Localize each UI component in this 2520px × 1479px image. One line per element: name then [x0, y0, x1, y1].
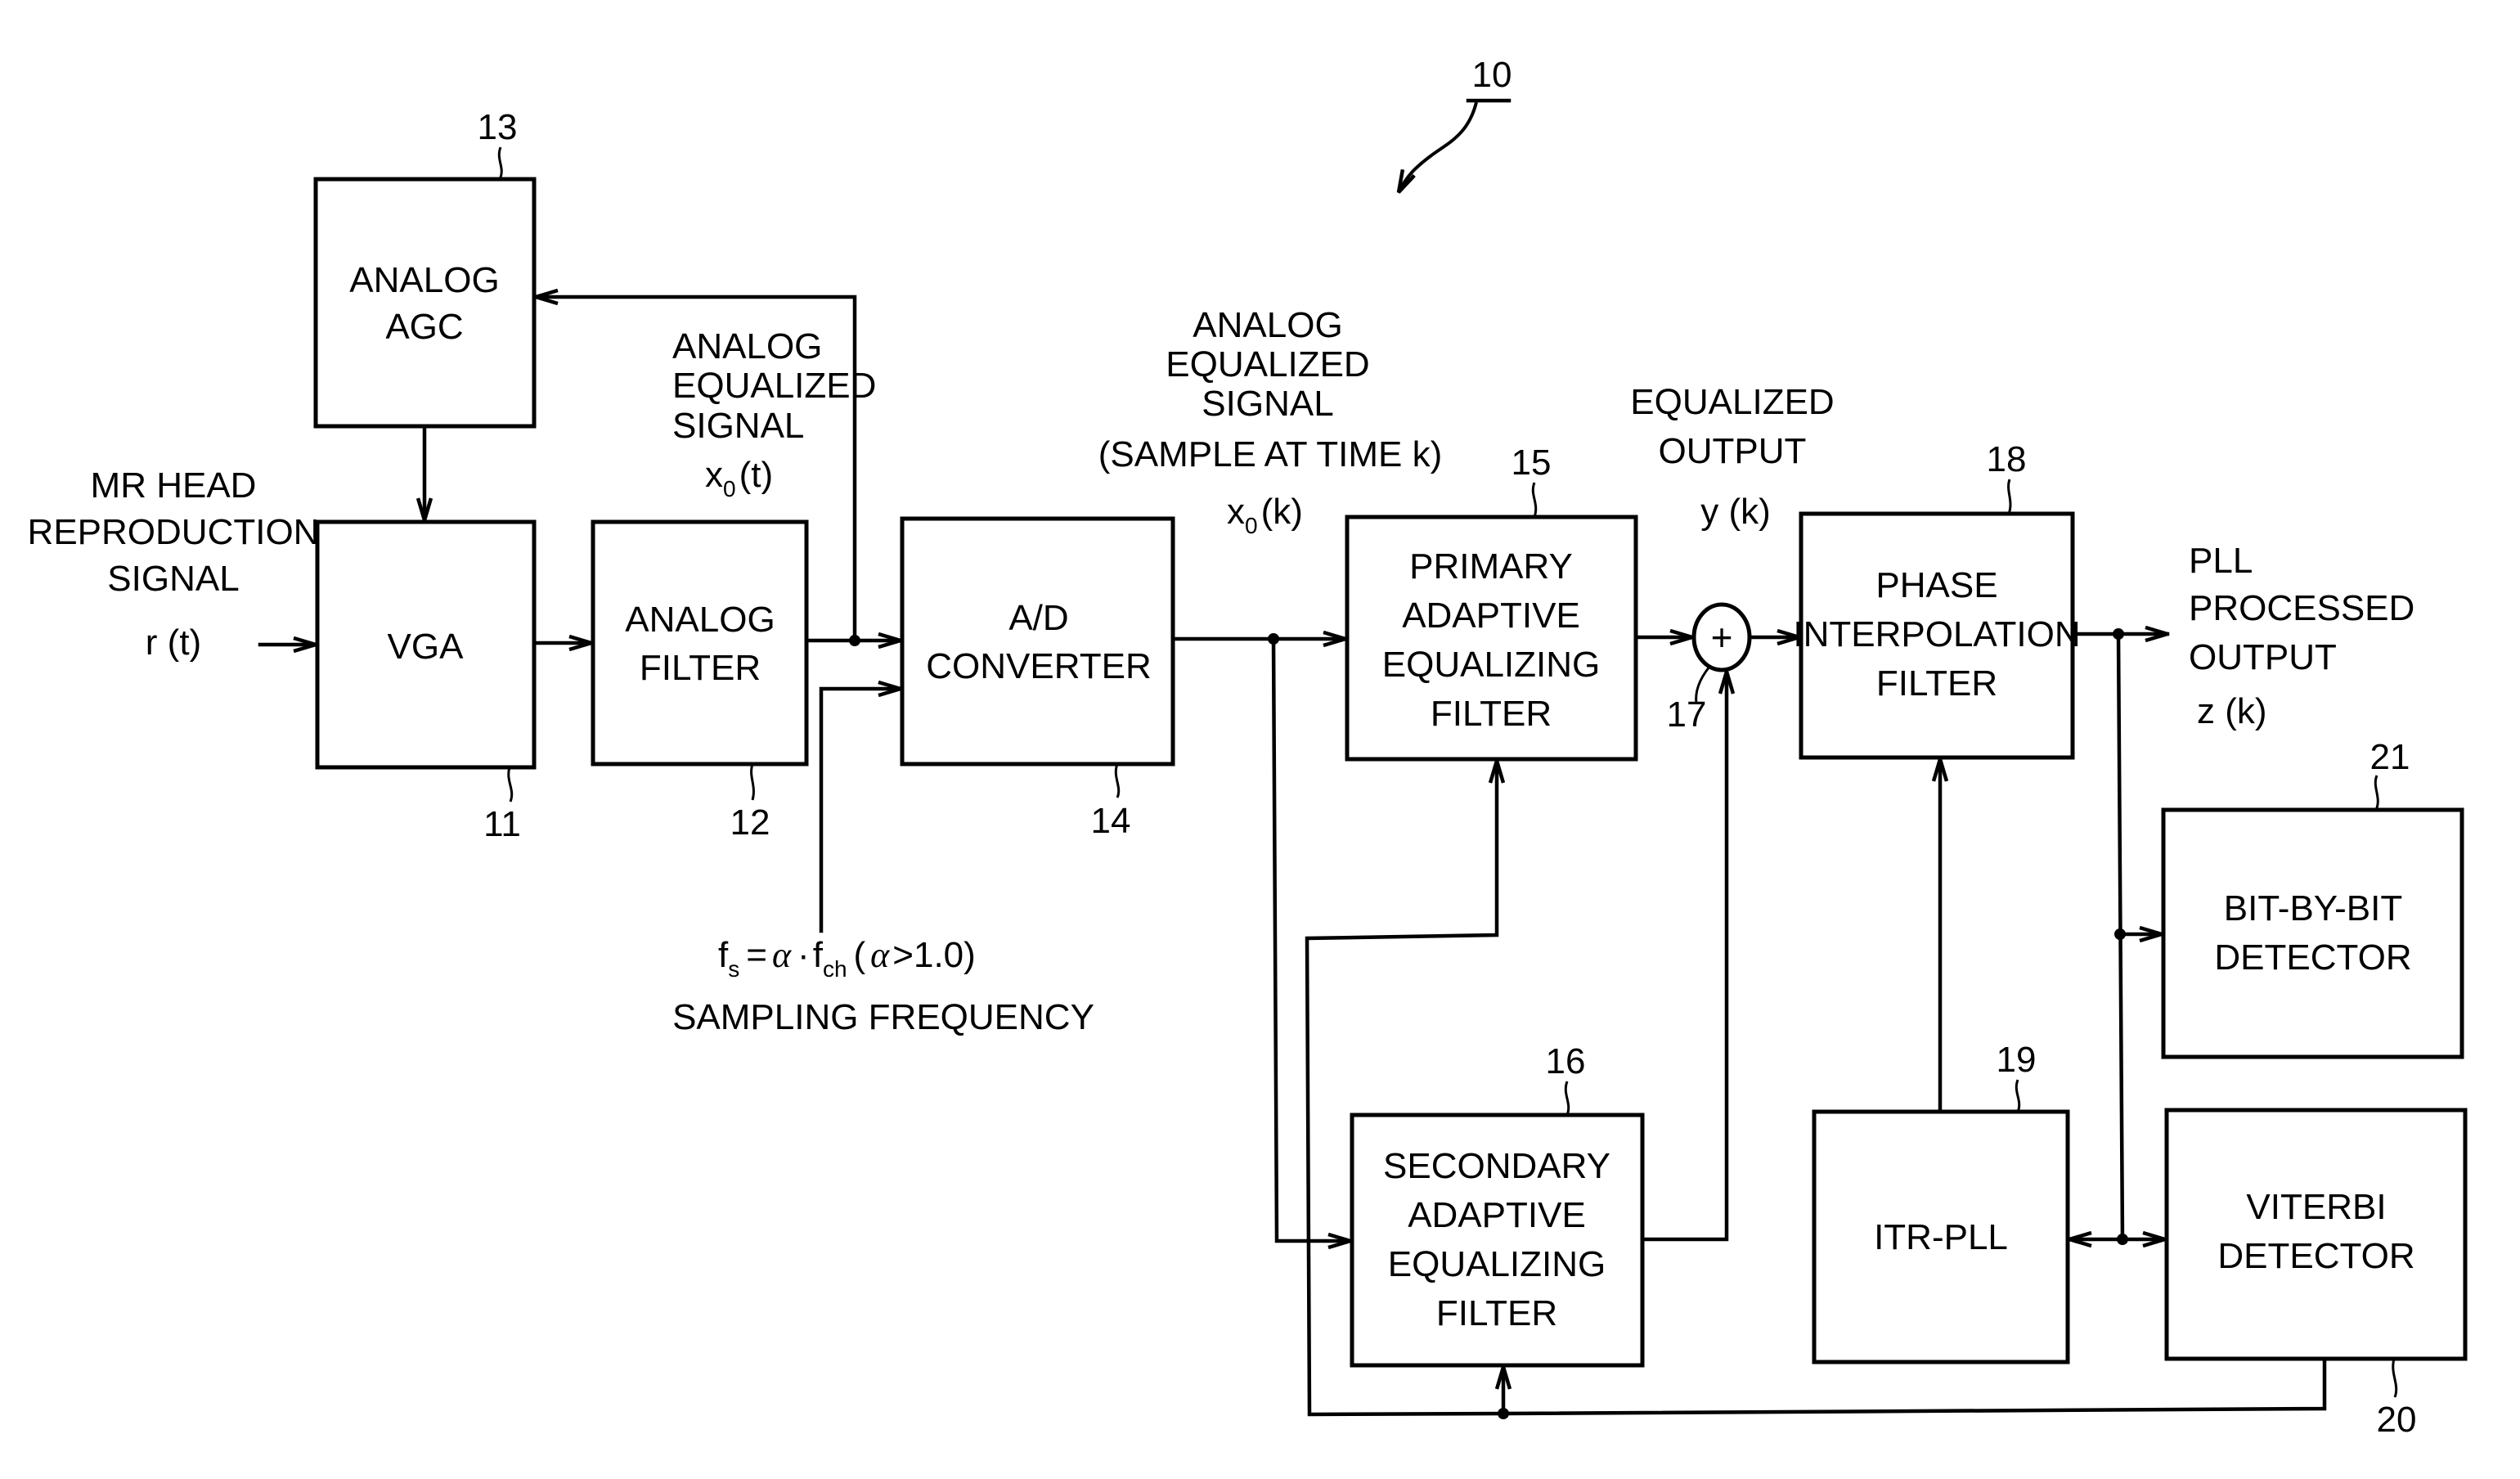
wire-secondary-to-adder — [1640, 669, 1727, 1242]
pll-out-line2: PROCESSED — [2189, 588, 2414, 628]
primary-filter-label-line2: ADAPTIVE — [1402, 596, 1580, 636]
eq-out-symbol: y (k) — [1700, 492, 1771, 532]
analog-eq-line2: EQUALIZED — [672, 366, 876, 406]
viterbi-label-line2: DETECTOR — [2217, 1236, 2414, 1276]
block-diagram: 10 ANALOG AGC 13 VGA 11 ANALOG FILTER 12… — [28, 55, 2468, 1440]
phase-filter-label-line1: PHASE — [1875, 565, 1997, 605]
phase-filter-label-line2: INTERPOLATION — [1793, 614, 2080, 654]
input-label-line2: REPRODUCTION — [28, 512, 320, 552]
viterbi-detector-box[interactable] — [2164, 1108, 2468, 1361]
input-label-line1: MR HEAD — [91, 465, 257, 506]
block-secondary-adaptive-equalizing-filter[interactable]: SECONDARY ADAPTIVE EQUALIZING FILTER — [1350, 1113, 1645, 1368]
ref-15: 15 — [1512, 443, 1552, 483]
label-equalized-output: EQUALIZED OUTPUT y (k) — [1630, 382, 1834, 532]
input-label-line3: SIGNAL — [107, 559, 239, 599]
primary-filter-label-line1: PRIMARY — [1409, 546, 1573, 587]
ad-converter-label-line1: A/D — [1008, 598, 1068, 638]
adder-plus-icon: + — [1711, 616, 1733, 659]
ref-20: 20 — [2377, 1400, 2417, 1440]
ref-16: 16 — [1546, 1041, 1586, 1081]
block-bit-by-bit-detector[interactable]: BIT-BY-BIT DETECTOR — [2161, 807, 2464, 1059]
ref-11-leader — [507, 766, 514, 802]
label-analog-equalized-signal: ANALOG EQUALIZED SIGNAL x0(t) — [672, 326, 876, 501]
wire-sampling-clock — [819, 689, 903, 933]
sampled-line4: (SAMPLE AT TIME k) — [1098, 434, 1443, 474]
sampled-line3: SIGNAL — [1202, 384, 1333, 424]
ref-11: 11 — [483, 804, 521, 844]
analog-agc-label-line2: AGC — [385, 307, 463, 347]
ref-16-leader — [1564, 1081, 1570, 1116]
eq-out-line2: OUTPUT — [1659, 431, 1807, 471]
primary-filter-label-line4: FILTER — [1431, 694, 1552, 734]
ref-17: 17 — [1667, 695, 1707, 735]
ref-19-leader — [2015, 1079, 2021, 1113]
ref-18: 18 — [1987, 439, 2027, 479]
analog-agc-box[interactable] — [313, 177, 537, 429]
bit-by-bit-detector-box[interactable] — [2161, 807, 2464, 1059]
ref-13: 13 — [478, 107, 518, 147]
ref-14: 14 — [1091, 801, 1131, 841]
ref-13-leader — [497, 146, 503, 180]
bit-by-bit-label-line1: BIT-BY-BIT — [2224, 888, 2402, 928]
ref-20-leader — [2392, 1358, 2398, 1398]
viterbi-label-line1: VITERBI — [2246, 1187, 2386, 1227]
analog-filter-label-line2: FILTER — [640, 648, 761, 688]
pll-out-line3: OUTPUT — [2189, 637, 2337, 677]
block-phase-interpolation-filter[interactable]: PHASE INTERPOLATION FILTER — [1793, 511, 2081, 760]
ref-21: 21 — [2370, 737, 2410, 777]
input-symbol: r (t) — [146, 623, 201, 663]
reference-arrow — [1399, 101, 1478, 192]
secondary-filter-label-line3: EQUALIZING — [1388, 1244, 1606, 1284]
ref-15-leader — [1531, 482, 1538, 518]
figure-reference-10: 10 — [1399, 55, 1512, 192]
pll-out-line1: PLL — [2189, 541, 2253, 581]
sampled-symbol: x0(k) — [1227, 492, 1303, 538]
analog-eq-line3: SIGNAL — [672, 406, 804, 446]
phase-filter-label-line3: FILTER — [1876, 663, 1997, 704]
block-vga[interactable]: VGA — [315, 519, 537, 770]
sampled-line2: EQUALIZED — [1166, 344, 1369, 384]
block-analog-agc[interactable]: ANALOG AGC — [313, 177, 537, 429]
secondary-filter-label-line1: SECONDARY — [1383, 1146, 1610, 1186]
eq-out-line1: EQUALIZED — [1630, 382, 1834, 422]
block-primary-adaptive-equalizing-filter[interactable]: PRIMARY ADAPTIVE EQUALIZING FILTER — [1345, 515, 1638, 762]
ref-12: 12 — [730, 802, 770, 843]
bit-by-bit-label-line2: DETECTOR — [2214, 937, 2411, 978]
analog-filter-label-line1: ANALOG — [625, 600, 775, 640]
analog-eq-line1: ANALOG — [672, 326, 822, 366]
block-itr-pll[interactable]: ITR-PLL — [1812, 1109, 2070, 1364]
label-pll-processed-output: PLL PROCESSED OUTPUT z (k) — [2189, 541, 2414, 731]
reference-number: 10 — [1472, 55, 1512, 95]
block-analog-filter[interactable]: ANALOG FILTER — [591, 519, 809, 766]
ref-21-leader — [2374, 775, 2379, 811]
sampled-line1: ANALOG — [1193, 305, 1342, 345]
ad-converter-label-line2: CONVERTER — [926, 646, 1151, 686]
pll-out-symbol: z (k) — [2197, 691, 2267, 731]
primary-filter-label-line3: EQUALIZING — [1382, 645, 1601, 685]
label-sampling-frequency: fs = α ·fch(α>1.0) SAMPLING FREQUENCY — [672, 935, 1094, 1037]
label-input-signal: MR HEAD REPRODUCTION SIGNAL r (t) — [28, 465, 320, 663]
sampling-formula: fs = α ·fch(α>1.0) — [718, 935, 976, 982]
block-adder[interactable]: + — [1691, 602, 1752, 672]
vga-label: VGA — [388, 627, 465, 667]
analog-eq-symbol: x0(t) — [705, 455, 773, 501]
ad-converter-box[interactable] — [900, 516, 1175, 766]
ref-18-leader — [2007, 479, 2012, 515]
secondary-filter-label-line2: ADAPTIVE — [1408, 1195, 1586, 1235]
ref-12-leader — [750, 763, 755, 801]
analog-agc-label-line1: ANALOG — [349, 260, 499, 300]
ref-14-leader — [1114, 763, 1121, 798]
block-viterbi-detector[interactable]: VITERBI DETECTOR — [2164, 1108, 2468, 1361]
secondary-filter-label-line4: FILTER — [1436, 1293, 1557, 1333]
ref-19: 19 — [1997, 1040, 2037, 1080]
label-sampled-signal: ANALOG EQUALIZED SIGNAL (SAMPLE AT TIME … — [1098, 305, 1443, 538]
itr-pll-label: ITR-PLL — [1874, 1217, 2008, 1257]
analog-filter-box[interactable] — [591, 519, 809, 766]
sampling-caption: SAMPLING FREQUENCY — [672, 997, 1094, 1037]
block-ad-converter[interactable]: A/D CONVERTER — [900, 516, 1175, 766]
